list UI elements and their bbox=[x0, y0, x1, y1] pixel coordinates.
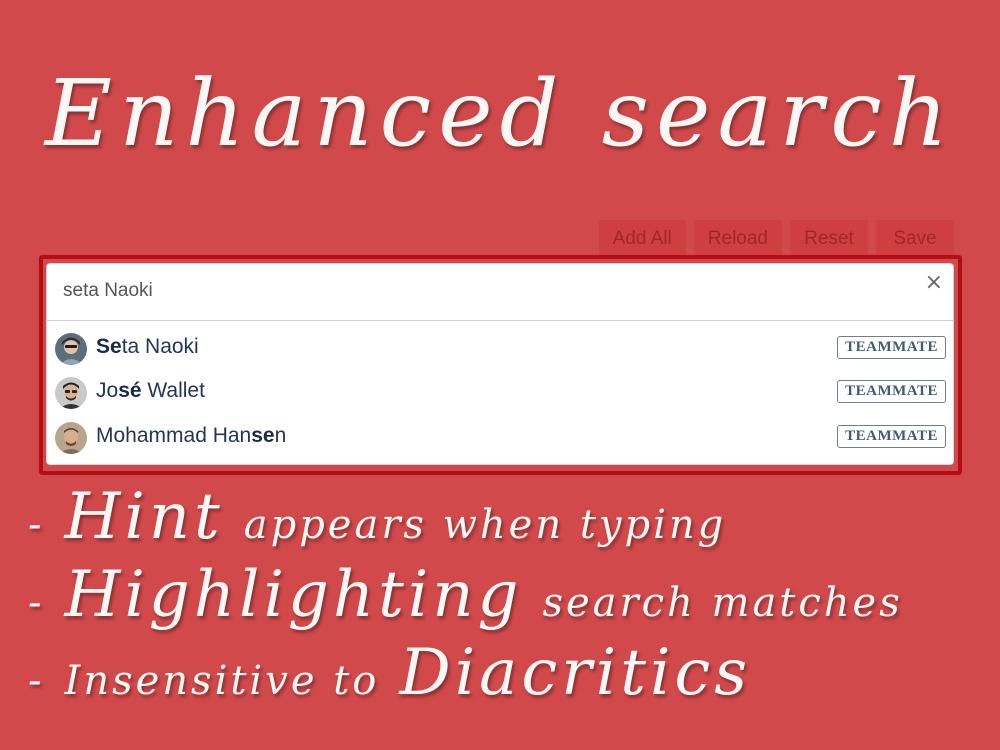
teammate-badge: TEAMMATE bbox=[837, 336, 946, 359]
feature-list: - Hint appears when typing - Highlightin… bbox=[28, 480, 1000, 714]
suggestion-name: José Wallet bbox=[96, 379, 205, 402]
teammate-badge: TEAMMATE bbox=[837, 380, 946, 403]
match-highlight: Se bbox=[96, 335, 122, 358]
feature-text: Insensitive to bbox=[64, 658, 380, 704]
suggestion-name: Seta Naoki bbox=[96, 335, 199, 358]
match-highlight: se bbox=[251, 424, 275, 447]
suggestion-name: Mohammad Hansen bbox=[96, 424, 287, 447]
feature-emphasis: Hint bbox=[64, 480, 224, 554]
close-icon[interactable]: × bbox=[925, 270, 943, 295]
feature-item: - Insensitive to Diacritics bbox=[28, 636, 1000, 714]
feature-text: appears when typing bbox=[243, 502, 727, 548]
avatar bbox=[55, 333, 87, 365]
teammate-badge: TEAMMATE bbox=[837, 425, 946, 448]
reset-button[interactable]: Reset bbox=[790, 220, 868, 258]
suggestion-item[interactable]: Seta Naoki TEAMMATE bbox=[47, 327, 953, 371]
toolbar: Add All Reload Reset Save bbox=[598, 220, 954, 258]
save-button[interactable]: Save bbox=[876, 220, 954, 258]
feature-item: - Hint appears when typing bbox=[28, 480, 1000, 558]
avatar bbox=[55, 377, 87, 409]
headline: Enhanced search bbox=[44, 60, 956, 167]
search-box: × bbox=[46, 263, 954, 321]
bullet-dash: - bbox=[28, 658, 45, 704]
bullet-dash: - bbox=[28, 580, 45, 626]
match-highlight: sé bbox=[118, 379, 142, 402]
feature-text: search matches bbox=[542, 580, 903, 626]
feature-emphasis: Diacritics bbox=[399, 636, 752, 710]
bullet-dash: - bbox=[28, 502, 45, 548]
search-input[interactable] bbox=[61, 279, 905, 303]
feature-item: - Highlighting search matches bbox=[28, 558, 1000, 636]
feature-emphasis: Highlighting bbox=[64, 558, 523, 632]
suggestion-item[interactable]: José Wallet TEAMMATE bbox=[47, 371, 953, 415]
add-all-button[interactable]: Add All bbox=[598, 220, 686, 258]
suggestion-item[interactable]: Mohammad Hansen TEAMMATE bbox=[47, 416, 953, 460]
suggestion-list: Seta Naoki TEAMMATE José Wallet TEAMMATE bbox=[46, 321, 954, 465]
reload-button[interactable]: Reload bbox=[693, 220, 782, 258]
avatar bbox=[55, 422, 87, 454]
